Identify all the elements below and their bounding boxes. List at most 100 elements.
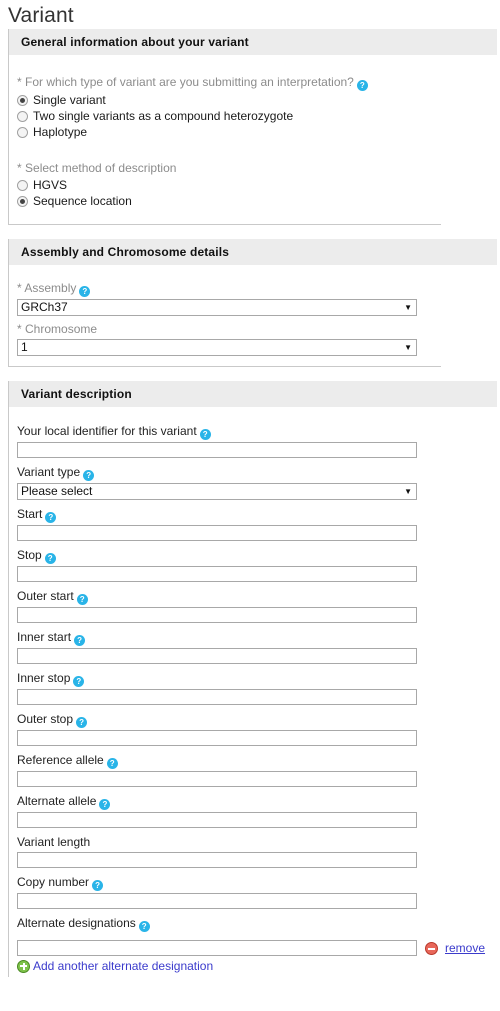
alternate-allele-label-text: Alternate allele [17,794,97,808]
radio-option-label[interactable]: Two single variants as a compound hetero… [33,109,293,124]
local-identifier-label-text: Your local identifier for this variant [17,424,197,438]
chevron-down-icon: ▼ [404,487,412,496]
alternate-designation-input[interactable] [17,940,417,956]
radio-option-sequence-location[interactable]: Sequence location [13,194,500,209]
stop-label-text: Stop [17,548,42,562]
stop-label: Stop? [13,541,500,566]
method-question-label: * Select method of description [13,155,500,178]
outer-stop-label-text: Outer stop [17,712,74,726]
required-marker: * [17,75,22,89]
inner-start-label-text: Inner start [17,630,72,644]
section-divider [9,224,441,225]
section-body-variant-description: Your local identifier for this variant? … [9,407,500,977]
section-body-assembly: * Assembly? GRCh37 ▼ * Chromosome 1 ▼ [9,265,500,366]
remove-circle-minus-icon[interactable] [425,941,438,955]
required-marker: * [17,281,22,295]
chromosome-select[interactable]: 1 ▼ [17,339,417,356]
radio-option-label[interactable]: Sequence location [33,194,132,209]
radio-option-hgvs[interactable]: HGVS [13,178,500,193]
help-icon[interactable]: ? [44,553,56,564]
radio-icon[interactable] [17,95,28,106]
add-circle-plus-icon[interactable] [17,959,30,973]
copy-number-label-text: Copy number [17,875,90,889]
local-identifier-input[interactable] [17,442,417,458]
help-icon[interactable]: ? [76,717,88,728]
assembly-label: * Assembly? [13,275,500,299]
variant-type-label: Variant type? [13,458,500,483]
alternate-allele-input[interactable] [17,812,417,828]
reference-allele-label-text: Reference allele [17,753,104,767]
help-icon[interactable]: ? [99,799,111,810]
section-variant-description: Variant description Your local identifie… [8,381,500,977]
help-icon[interactable]: ? [199,429,211,440]
add-alternate-designation-row[interactable]: Add another alternate designation [13,956,500,973]
chevron-down-icon: ▼ [404,343,412,352]
inner-stop-input[interactable] [17,689,417,705]
remove-alternate-designation-link[interactable]: remove [445,941,485,955]
chromosome-select-value: 1 [21,340,28,354]
section-header-variant-description: Variant description [9,381,497,407]
add-alternate-designation-link[interactable]: Add another alternate designation [33,959,213,973]
help-icon[interactable]: ? [83,470,95,481]
inner-stop-label-text: Inner stop [17,671,71,685]
help-icon[interactable]: ? [73,676,85,687]
start-label: Start? [13,500,500,525]
outer-start-input[interactable] [17,607,417,623]
page-title: Variant [8,4,74,27]
chevron-down-icon: ▼ [404,303,412,312]
required-marker: * [17,161,22,175]
outer-stop-label: Outer stop? [13,705,500,730]
required-marker: * [17,322,22,336]
alternate-designation-row: remove [13,940,500,956]
variant-length-input[interactable] [17,852,417,868]
inner-stop-label: Inner stop? [13,664,500,689]
stop-input[interactable] [17,566,417,582]
radio-option-label[interactable]: Single variant [33,93,106,108]
section-header-general: General information about your variant [9,29,497,55]
variant-type-label-text: Variant type [17,465,81,479]
reference-allele-label: Reference allele? [13,746,500,771]
help-icon[interactable]: ? [356,80,368,91]
start-input[interactable] [17,525,417,541]
radio-option-haplotype[interactable]: Haplotype [13,125,500,140]
variant-type-question-label: * For which type of variant are you subm… [13,69,500,93]
radio-option-single-variant[interactable]: Single variant [13,93,500,108]
help-icon[interactable]: ? [79,286,91,297]
help-icon[interactable]: ? [138,921,150,932]
inner-start-input[interactable] [17,648,417,664]
alternate-designations-label: Alternate designations? [13,909,500,934]
assembly-select-value: GRCh37 [21,300,68,314]
assembly-select[interactable]: GRCh37 ▼ [17,299,417,316]
method-question-text: Select method of description [25,161,177,175]
section-assembly-chromosome: Assembly and Chromosome details * Assemb… [8,239,500,367]
radio-icon[interactable] [17,180,28,191]
variant-length-label: Variant length [13,828,500,852]
section-divider [9,366,441,367]
radio-option-label[interactable]: Haplotype [33,125,87,140]
section-general-information: General information about your variant *… [8,29,500,225]
help-icon[interactable]: ? [45,512,57,523]
assembly-label-text: Assembly [24,281,77,295]
chromosome-label-text: Chromosome [25,322,98,336]
local-identifier-label: Your local identifier for this variant? [13,417,500,442]
inner-start-label: Inner start? [13,623,500,648]
outer-stop-input[interactable] [17,730,417,746]
help-icon[interactable]: ? [92,880,104,891]
alternate-allele-label: Alternate allele? [13,787,500,812]
variant-type-question-text: For which type of variant are you submit… [25,75,354,89]
help-icon[interactable]: ? [106,758,118,769]
radio-option-label[interactable]: HGVS [33,178,67,193]
variant-type-select[interactable]: Please select ▼ [17,483,417,500]
section-body-general: * For which type of variant are you subm… [9,55,500,224]
help-icon[interactable]: ? [74,635,86,646]
outer-start-label: Outer start? [13,582,500,607]
reference-allele-input[interactable] [17,771,417,787]
radio-icon[interactable] [17,111,28,122]
variant-type-select-value: Please select [21,484,93,498]
radio-icon[interactable] [17,196,28,207]
help-icon[interactable]: ? [76,594,88,605]
radio-icon[interactable] [17,127,28,138]
copy-number-label: Copy number? [13,868,500,893]
radio-option-compound-heterozygote[interactable]: Two single variants as a compound hetero… [13,109,500,124]
copy-number-input[interactable] [17,893,417,909]
